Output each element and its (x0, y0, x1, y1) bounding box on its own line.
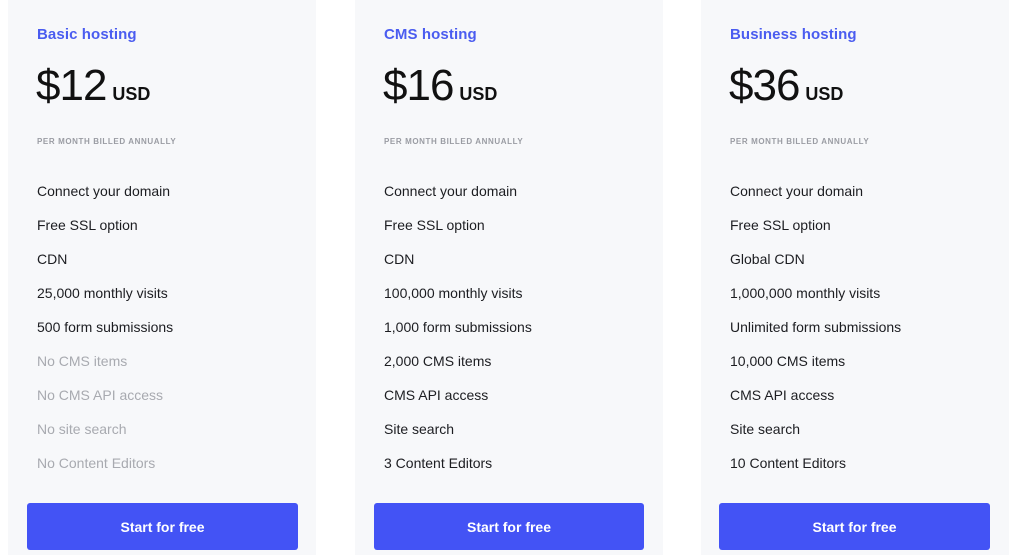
plan-currency: USD (805, 84, 844, 104)
plan-name: Basic hosting (37, 26, 137, 43)
plan-currency: USD (112, 84, 151, 104)
billing-note: PER MONTH BILLED ANNUALLY (730, 137, 870, 146)
price-row: $36 USD (729, 64, 843, 108)
feature-item: Global CDN (730, 251, 805, 267)
plan-price: $12 (36, 61, 107, 110)
feature-list: Connect your domain Free SSL option CDN … (37, 184, 173, 490)
feature-item: 25,000 monthly visits (37, 285, 168, 301)
feature-item: 100,000 monthly visits (384, 285, 523, 301)
plan-price: $16 (383, 61, 454, 110)
feature-item: Connect your domain (730, 183, 864, 199)
feature-item: 10,000 CMS items (730, 353, 846, 369)
feature-list: Connect your domain Free SSL option Glob… (730, 184, 901, 490)
start-for-free-button[interactable]: Start for free (27, 503, 298, 550)
price-row: $16 USD (383, 64, 497, 108)
feature-item: CMS API access (730, 387, 835, 403)
plan-card-business: Business hosting $36 USD PER MONTH BILLE… (701, 0, 1009, 555)
feature-item: No Content Editors (37, 455, 156, 471)
plan-price: $36 (729, 61, 800, 110)
feature-item: 2,000 CMS items (384, 353, 492, 369)
plan-name: Business hosting (730, 26, 857, 43)
feature-item: No CMS API access (37, 387, 164, 403)
feature-item: Unlimited form submissions (730, 319, 902, 335)
feature-item: 500 form submissions (37, 319, 174, 335)
feature-item: 3 Content Editors (384, 455, 493, 471)
feature-item: Free SSL option (730, 217, 831, 233)
feature-item: CDN (384, 251, 415, 267)
plan-card-cms: CMS hosting $16 USD PER MONTH BILLED ANN… (355, 0, 663, 555)
start-for-free-button[interactable]: Start for free (374, 503, 644, 550)
feature-list: Connect your domain Free SSL option CDN … (384, 184, 532, 490)
feature-item: 10 Content Editors (730, 455, 846, 471)
billing-note: PER MONTH BILLED ANNUALLY (37, 137, 177, 146)
feature-item: Connect your domain (384, 183, 518, 199)
pricing-plans: Basic hosting $12 USD PER MONTH BILLED A… (0, 0, 1024, 555)
feature-item: Site search (384, 421, 455, 437)
feature-item: Connect your domain (37, 183, 171, 199)
plan-name: CMS hosting (384, 26, 477, 43)
feature-item: Site search (730, 421, 801, 437)
feature-item: No CMS items (37, 353, 128, 369)
feature-item: CMS API access (384, 387, 489, 403)
price-row: $12 USD (36, 64, 150, 108)
feature-item: No site search (37, 421, 127, 437)
feature-item: 1,000,000 monthly visits (730, 285, 881, 301)
plan-currency: USD (459, 84, 498, 104)
feature-item: Free SSL option (37, 217, 138, 233)
feature-item: Free SSL option (384, 217, 485, 233)
feature-item: CDN (37, 251, 68, 267)
plan-card-basic: Basic hosting $12 USD PER MONTH BILLED A… (8, 0, 316, 555)
feature-item: 1,000 form submissions (384, 319, 532, 335)
billing-note: PER MONTH BILLED ANNUALLY (384, 137, 524, 146)
start-for-free-button[interactable]: Start for free (719, 503, 990, 550)
